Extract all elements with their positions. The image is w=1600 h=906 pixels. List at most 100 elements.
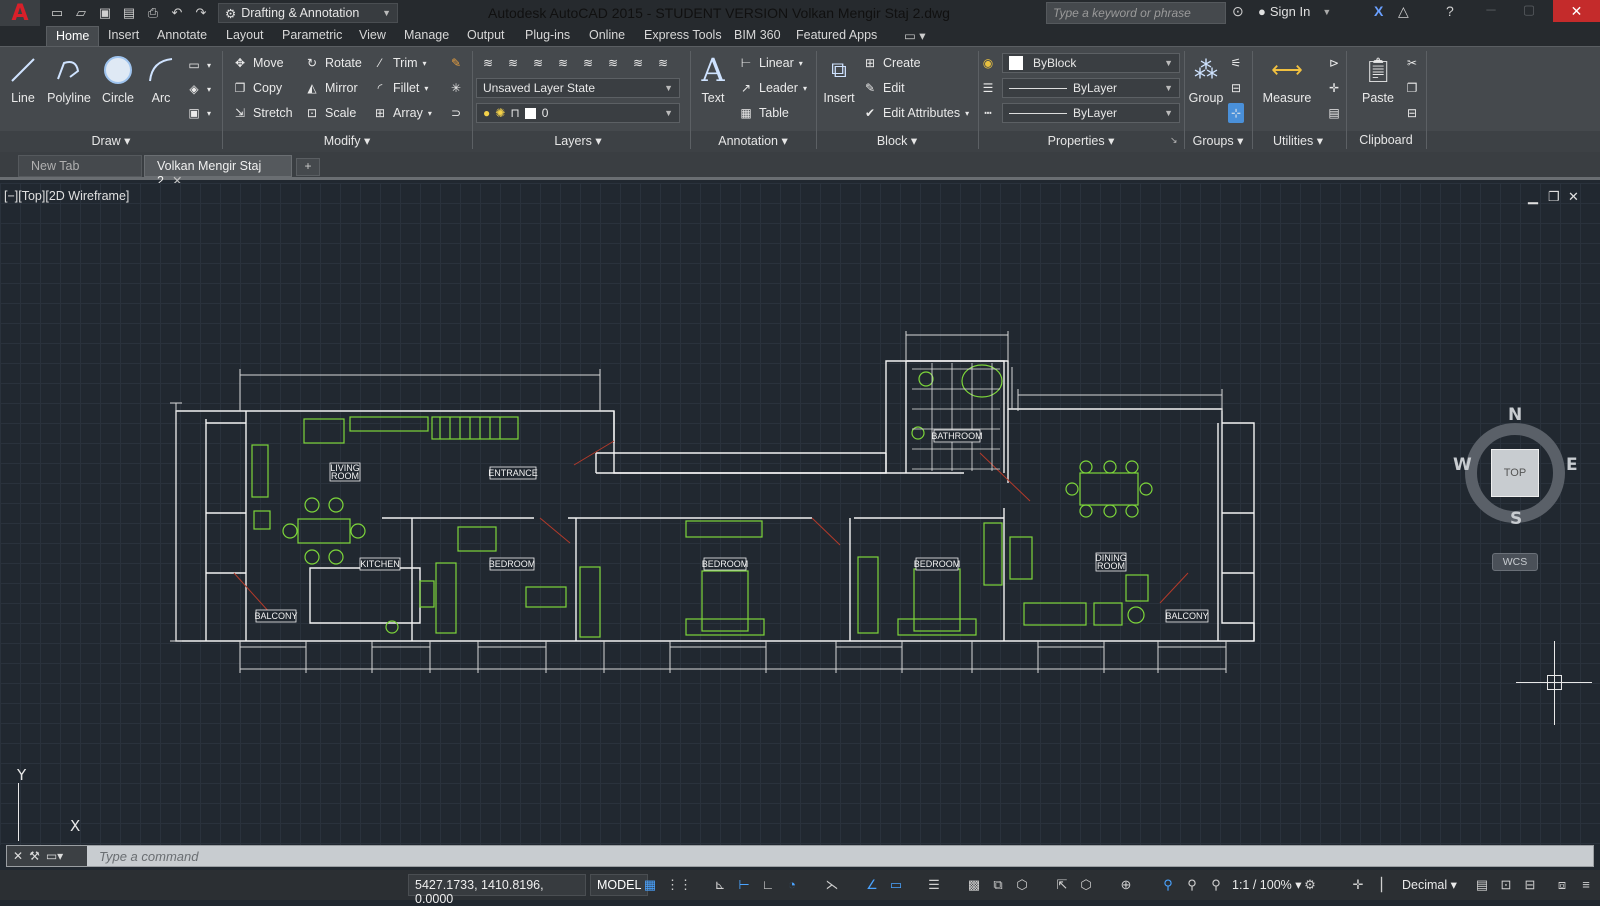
- command-prompt-icon[interactable]: ▭▾: [46, 849, 63, 863]
- linetype-icon[interactable]: ┅: [980, 103, 996, 123]
- file-tab-new[interactable]: New Tab: [18, 155, 142, 177]
- copy-button[interactable]: ❐ Copy: [232, 78, 283, 98]
- tab-manage[interactable]: Manage: [404, 26, 449, 46]
- fillet-button[interactable]: ◜ Fillet ▾: [372, 78, 429, 98]
- tab-plug-ins[interactable]: Plug-ins: [525, 26, 570, 46]
- minimize-button[interactable]: ─: [1478, 2, 1504, 20]
- circle-button[interactable]: Circle: [98, 53, 138, 105]
- tab-insert[interactable]: Insert: [108, 26, 139, 46]
- workspace-dropdown[interactable]: ⚙ Drafting & Annotation ▼: [218, 3, 398, 23]
- layer-current-icon[interactable]: ≋: [630, 55, 646, 71]
- ortho-icon[interactable]: ∟: [760, 877, 776, 893]
- open-file-icon[interactable]: ▱: [72, 4, 90, 22]
- hatch-icon[interactable]: ◈ ▾: [186, 79, 211, 99]
- compass-north[interactable]: N: [1508, 405, 1522, 425]
- clean-screen-icon[interactable]: ⧈: [1554, 877, 1570, 893]
- save-icon[interactable]: ▣: [96, 4, 114, 22]
- wcs-menu-button[interactable]: WCS: [1492, 553, 1538, 571]
- layer-state-dropdown[interactable]: Unsaved Layer State ▼: [476, 78, 680, 98]
- workspace-switching-icon[interactable]: ⚙: [1302, 877, 1318, 893]
- copy-clip-icon[interactable]: ❐: [1404, 78, 1420, 98]
- selection-cycling-icon[interactable]: ⧉: [990, 877, 1006, 893]
- trim-button[interactable]: ⁄ Trim ▾: [372, 53, 427, 73]
- exchange-apps-icon[interactable]: X: [1374, 3, 1383, 19]
- lock-ui-icon[interactable]: ⊡: [1498, 877, 1514, 893]
- tab-output[interactable]: Output: [467, 26, 505, 46]
- new-file-icon[interactable]: ▭: [48, 4, 66, 22]
- utilities-panel-title[interactable]: Utilities ▾: [1252, 133, 1344, 151]
- tab-view[interactable]: View: [359, 26, 386, 46]
- boundary-icon[interactable]: ▣ ▾: [186, 103, 211, 123]
- save-as-icon[interactable]: ▤: [120, 4, 138, 22]
- annotation-panel-title[interactable]: Annotation ▾: [690, 133, 816, 151]
- stretch-button[interactable]: ⇲ Stretch: [232, 103, 293, 123]
- tab-annotate[interactable]: Annotate: [157, 26, 207, 46]
- view-cube[interactable]: TOP N S E W: [1453, 405, 1578, 533]
- block-panel-title[interactable]: Block ▾: [816, 133, 978, 151]
- maximize-button[interactable]: ▢: [1516, 2, 1542, 20]
- binoculars-icon[interactable]: ⊙: [1232, 3, 1244, 20]
- redo-icon[interactable]: ↷: [192, 4, 210, 22]
- modify-panel-title[interactable]: Modify ▾: [222, 133, 472, 151]
- annotation-monitor-icon[interactable]: ✛: [1350, 877, 1366, 893]
- move-button[interactable]: ✥ Move: [232, 53, 284, 73]
- lineweight-dropdown[interactable]: ByLayer ▼: [1002, 103, 1180, 123]
- layer-freeze-icon[interactable]: ≋: [555, 55, 571, 71]
- polyline-button[interactable]: Polyline: [44, 53, 94, 105]
- erase-icon[interactable]: ✎: [448, 53, 464, 73]
- quick-select-icon[interactable]: ⊳: [1326, 53, 1342, 73]
- measure-button[interactable]: ⟷ Measure: [1262, 53, 1312, 105]
- match-properties-icon[interactable]: ◉: [980, 53, 996, 73]
- object-snap-tracking-icon[interactable]: ∠: [864, 877, 880, 893]
- object-snap-icon[interactable]: ▭: [888, 877, 904, 893]
- group-button[interactable]: ⁂ Group: [1188, 53, 1224, 106]
- grid-icon[interactable]: ▦: [642, 877, 658, 893]
- units-dropdown[interactable]: Decimal ▾: [1402, 877, 1457, 892]
- polar-tracking-icon[interactable]: ◔: [784, 877, 800, 893]
- copy-with-base-icon[interactable]: ⊟: [1404, 103, 1420, 123]
- compass-south[interactable]: S: [1510, 509, 1522, 529]
- arc-button[interactable]: Arc: [144, 53, 178, 105]
- tab-layout[interactable]: Layout: [226, 26, 264, 46]
- layer-properties-icon[interactable]: ≋: [480, 55, 496, 71]
- cut-icon[interactable]: ✂: [1404, 53, 1420, 73]
- edit-block-button[interactable]: ✎ Edit: [862, 78, 905, 98]
- auto-scale-icon[interactable]: ⚲: [1184, 877, 1200, 893]
- explode-icon[interactable]: ✳: [448, 78, 464, 98]
- isolate-objects-icon[interactable]: ⊟: [1522, 877, 1538, 893]
- customization-icon[interactable]: ≡: [1578, 877, 1594, 893]
- line-button[interactable]: Line: [6, 53, 40, 105]
- color-dropdown[interactable]: ByBlock ▼: [1002, 53, 1180, 73]
- isometric-icon[interactable]: ⋋: [824, 877, 840, 893]
- search-input[interactable]: Type a keyword or phrase: [1046, 2, 1226, 24]
- gizmo-icon[interactable]: ⊕: [1118, 877, 1134, 893]
- selection-filter-icon[interactable]: ⬡: [1078, 877, 1094, 893]
- drawing-canvas[interactable]: [−][Top][2D Wireframe] ▁ ❐ ✕ LIVING ROOM…: [0, 183, 1600, 845]
- dynamic-ucs-icon[interactable]: ⇱: [1054, 877, 1070, 893]
- clipboard-panel-title[interactable]: Clipboard: [1346, 133, 1426, 151]
- layer-isolate-icon[interactable]: ≋: [530, 55, 546, 71]
- sign-in-button[interactable]: ● Sign In ▼: [1258, 4, 1331, 19]
- ribbon-options-icon[interactable]: ▭ ▾: [904, 26, 926, 46]
- command-line[interactable]: ✕ ⚒ ▭▾ Type a command: [6, 845, 1594, 867]
- 3d-osnap-icon[interactable]: ⬡: [1014, 877, 1030, 893]
- offset-icon[interactable]: ⊃: [448, 103, 464, 123]
- groups-panel-title[interactable]: Groups ▾: [1184, 133, 1252, 151]
- command-input[interactable]: Type a command: [87, 849, 198, 864]
- insert-block-button[interactable]: ⧉ Insert: [820, 53, 858, 105]
- properties-panel-title[interactable]: Properties ▾: [978, 133, 1184, 151]
- view-cube-top-face[interactable]: TOP: [1491, 449, 1539, 497]
- wrench-icon[interactable]: ⚒: [29, 849, 40, 863]
- model-space-button[interactable]: MODEL: [590, 874, 649, 896]
- application-menu-button[interactable]: A: [0, 0, 40, 26]
- tab-online[interactable]: Online: [589, 26, 625, 46]
- layer-match-icon[interactable]: ≋: [605, 55, 621, 71]
- dynamic-input-icon[interactable]: ⊢: [736, 877, 752, 893]
- rectangle-icon[interactable]: ▭ ▾: [186, 55, 211, 75]
- floor-plan-drawing[interactable]: LIVING ROOM ENTRANCE KITCHEN BALCONY BED…: [0, 183, 1600, 845]
- array-button[interactable]: ⊞ Array ▾: [372, 103, 432, 123]
- dialog-launcher-icon[interactable]: ↘: [1170, 135, 1178, 146]
- layers-panel-title[interactable]: Layers ▾: [472, 133, 684, 151]
- annotation-visibility-icon[interactable]: ⚲: [1160, 877, 1176, 893]
- edit-attributes-button[interactable]: ✔ Edit Attributes ▾: [862, 103, 969, 123]
